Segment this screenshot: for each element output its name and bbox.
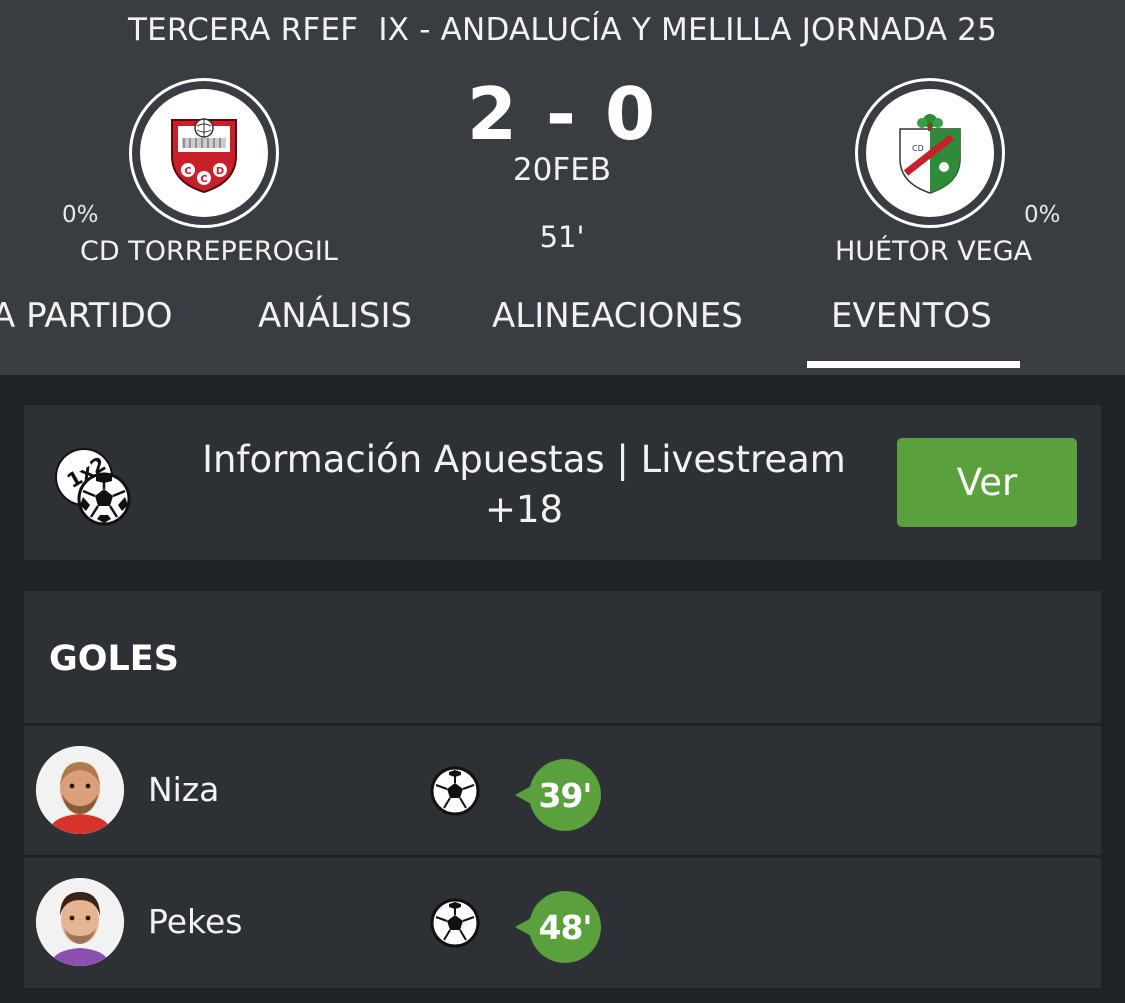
player-name: Pekes: [148, 902, 243, 941]
tab-alineaciones[interactable]: ALINEACIONES: [492, 296, 743, 336]
goal-row[interactable]: Niza 39': [24, 723, 1101, 851]
away-team-name[interactable]: HUÉTOR VEGA: [835, 236, 1032, 267]
cd-torreperogil-crest-icon: C C D: [171, 118, 237, 194]
player-photo-icon: [36, 878, 124, 966]
match-score: 2 - 0: [466, 72, 658, 156]
goal-row[interactable]: Pekes 48': [24, 855, 1101, 983]
goal-minute: 48': [529, 891, 601, 963]
ver-button[interactable]: Ver: [897, 438, 1077, 527]
tab-partido[interactable]: A PARTIDO: [0, 296, 173, 336]
competition-title: TERCERA RFEF IX - ANDALUCÍA Y MELILLA JO…: [127, 12, 998, 48]
goal-minute-badge: 48': [515, 891, 601, 963]
svg-text:C: C: [200, 174, 207, 185]
home-team-percentage: 0%: [62, 202, 99, 228]
tab-analisis[interactable]: ANÁLISIS: [258, 296, 412, 336]
goal-minute-badge: 39': [515, 759, 601, 831]
player-avatar: [36, 746, 124, 834]
match-header: TERCERA RFEF IX - ANDALUCÍA Y MELILLA JO…: [0, 0, 1125, 375]
svg-text:CD: CD: [912, 144, 924, 153]
svg-text:D: D: [216, 166, 224, 177]
home-team-name[interactable]: CD TORREPEROGIL: [80, 236, 338, 267]
goal-minute: 39': [529, 759, 601, 831]
cd-huetor-vega-crest-icon: CD: [899, 114, 961, 194]
player-avatar: [36, 878, 124, 966]
home-team-logo[interactable]: C C D: [129, 78, 279, 228]
active-tab-indicator: [807, 361, 1020, 368]
svg-text:C: C: [184, 166, 191, 177]
1x2-ball-icon: 1x2: [55, 448, 131, 526]
away-team-logo[interactable]: CD: [855, 78, 1005, 228]
betting-info-text: Información Apuestas | Livestream +18: [202, 438, 846, 531]
player-name: Niza: [148, 770, 220, 809]
match-minute: 51': [539, 220, 585, 254]
soccer-ball-icon: [430, 898, 480, 948]
match-date: 20FEB: [512, 152, 612, 188]
betting-info-banner: 1x2 Información Apuestas | Livestream +1…: [24, 405, 1101, 560]
soccer-ball-icon: [430, 766, 480, 816]
goals-section: GOLES Niza 39' Pekes 48': [24, 591, 1101, 988]
goals-title: GOLES: [49, 639, 179, 679]
tab-eventos[interactable]: EVENTOS: [831, 296, 992, 336]
match-tabs: A PARTIDO ANÁLISIS ALINEACIONES EVENTOS: [0, 296, 1125, 375]
player-photo-icon: [36, 746, 124, 834]
away-team-percentage: 0%: [1024, 202, 1061, 228]
